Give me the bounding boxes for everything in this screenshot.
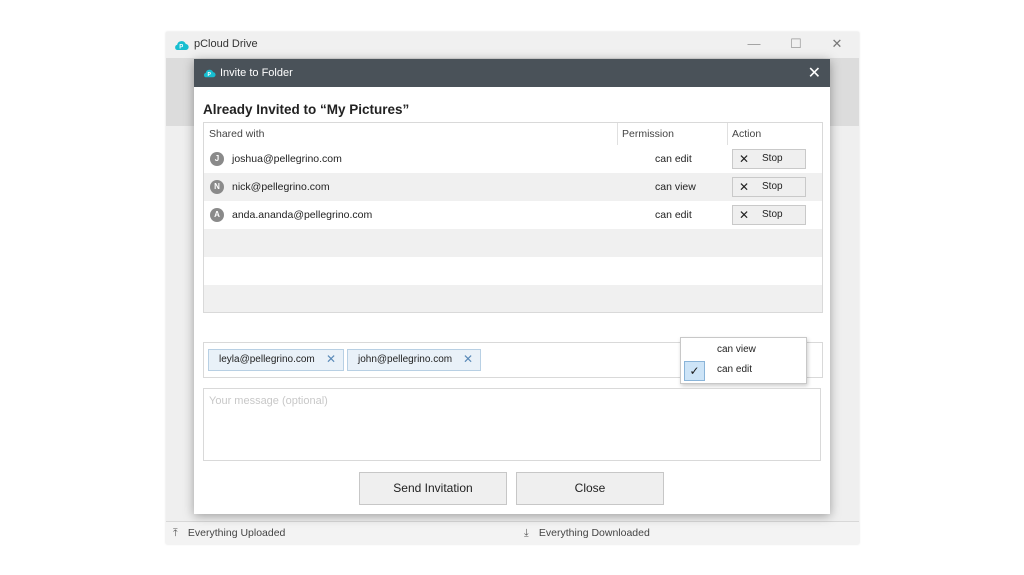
app-close-button[interactable]: ✕ — [827, 36, 847, 52]
stop-label: Stop — [762, 209, 783, 220]
permission-value: can edit — [655, 153, 692, 165]
empty-row — [204, 285, 822, 311]
invitee-chip: john@pellegrino.com ✕ — [347, 349, 481, 371]
column-action: Action — [732, 128, 762, 140]
dialog-title: Invite to Folder — [220, 67, 293, 79]
column-permission: Permission — [622, 128, 674, 140]
stop-sharing-button[interactable]: ✕ Stop — [732, 177, 806, 197]
close-icon: ✕ — [739, 208, 750, 222]
avatar: N — [210, 180, 224, 194]
table-header: Shared with Permission Action — [204, 123, 822, 146]
maximize-button[interactable]: ☐ — [786, 36, 806, 52]
already-invited-heading: Already Invited to “My Pictures” — [203, 102, 410, 117]
invitee-chip: leyla@pellegrino.com ✕ — [208, 349, 344, 371]
app-titlebar: P pCloud Drive — ☐ ✕ — [166, 32, 859, 58]
download-status-text: Everything Downloaded — [538, 527, 650, 539]
send-invitation-button[interactable]: Send Invitation — [359, 472, 507, 505]
permission-value: can edit — [655, 209, 692, 221]
empty-row — [204, 229, 822, 257]
dropdown-option-can-view[interactable]: can view — [681, 340, 806, 360]
dialog-titlebar: P Invite to Folder ✕ — [194, 59, 830, 87]
table-row: N nick@pellegrino.com can view ✕ Stop — [204, 173, 822, 201]
column-divider — [617, 123, 618, 145]
app-title: pCloud Drive — [194, 38, 258, 50]
stop-sharing-button[interactable]: ✕ Stop — [732, 205, 806, 225]
stop-sharing-button[interactable]: ✕ Stop — [732, 149, 806, 169]
empty-row — [204, 257, 822, 285]
invitee-email: john@pellegrino.com — [358, 354, 453, 365]
close-button[interactable]: Close — [516, 472, 664, 505]
permission-value: can view — [655, 181, 696, 193]
stop-label: Stop — [762, 153, 783, 164]
column-divider — [727, 123, 728, 145]
avatar: A — [210, 208, 224, 222]
upload-status-text: Everything Uploaded — [187, 527, 286, 539]
svg-text:P: P — [179, 45, 183, 51]
avatar: J — [210, 152, 224, 166]
remove-invitee-icon[interactable]: ✕ — [463, 352, 473, 366]
pcloud-logo-icon: P — [175, 41, 189, 51]
message-field[interactable] — [203, 388, 821, 461]
remove-invitee-icon[interactable]: ✕ — [326, 352, 336, 366]
upload-status: ⤒ Everything Uploaded — [173, 527, 285, 540]
close-icon: ✕ — [739, 180, 750, 194]
status-bar: ⤒ Everything Uploaded ⤓ Everything Downl… — [166, 521, 859, 544]
svg-text:P: P — [208, 72, 212, 78]
invite-to-folder-dialog: P Invite to Folder ✕ Already Invited to … — [194, 59, 830, 514]
pcloud-logo-icon: P — [203, 69, 216, 78]
minimize-button[interactable]: — — [744, 36, 764, 51]
shared-email: joshua@pellegrino.com — [232, 153, 342, 165]
shared-email: nick@pellegrino.com — [232, 181, 330, 193]
shared-email: anda.ananda@pellegrino.com — [232, 209, 373, 221]
close-icon: ✕ — [739, 152, 750, 166]
shared-with-table: Shared with Permission Action J joshua@p… — [203, 122, 823, 313]
upload-arrow-icon: ⤒ — [173, 527, 178, 539]
table-row: J joshua@pellegrino.com can edit ✕ Stop — [204, 145, 822, 173]
dropdown-option-can-edit[interactable]: ✓ can edit — [681, 360, 806, 381]
checkmark-icon: ✓ — [684, 361, 705, 381]
invitee-email: leyla@pellegrino.com — [219, 354, 315, 365]
option-label: can edit — [717, 364, 753, 375]
permission-dropdown-menu: can view ✓ can edit — [680, 337, 807, 384]
option-label: can view — [717, 344, 756, 355]
table-row: A anda.ananda@pellegrino.com can edit ✕ … — [204, 201, 822, 229]
stop-label: Stop — [762, 181, 783, 192]
download-arrow-icon: ⤓ — [524, 527, 529, 539]
dialog-close-button[interactable]: ✕ — [808, 63, 821, 83]
download-status: ⤓ Everything Downloaded — [524, 527, 650, 540]
column-shared-with: Shared with — [209, 128, 265, 140]
